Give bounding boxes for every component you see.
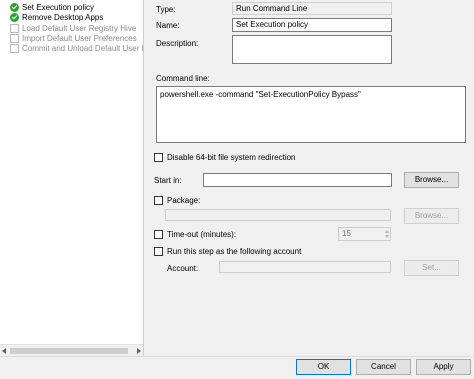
account-field[interactable] (219, 261, 391, 273)
document-icon (10, 24, 19, 33)
tree-item-label: Remove Desktop Apps (22, 13, 104, 22)
command-line-label: Command line: (156, 74, 210, 83)
cancel-button[interactable]: Cancel (356, 359, 411, 375)
package-label: Package: (167, 196, 201, 205)
spin-up-icon[interactable] (385, 230, 389, 233)
start-in-field[interactable] (203, 173, 392, 187)
timeout-label: Time-out (minutes): (167, 230, 237, 239)
description-field[interactable] (232, 35, 392, 64)
tree-item-import-default-user-preferences[interactable]: Import Default User Preferences (10, 34, 137, 43)
scrollbar-thumb[interactable] (10, 348, 128, 354)
scroll-left-arrow-icon[interactable] (2, 348, 6, 354)
document-icon (10, 34, 19, 43)
package-browse-button[interactable]: Browse... (404, 208, 459, 224)
tree-item-remove-desktop-apps[interactable]: Remove Desktop Apps (10, 13, 103, 22)
apply-button[interactable]: Apply (416, 359, 471, 375)
tree-item-label: Set Execution policy (22, 3, 95, 12)
start-in-label: Start in: (154, 176, 182, 185)
type-label: Type: (156, 5, 176, 14)
ok-button[interactable]: OK (296, 359, 351, 375)
description-label: Description: (156, 39, 199, 48)
run-as-label: Run this step as the following account (167, 247, 302, 256)
scroll-right-arrow-icon[interactable] (137, 348, 141, 354)
tree-item-label: Commit and Unload Default User Reg (22, 44, 144, 53)
timeout-spinner[interactable]: 15 (338, 227, 391, 241)
account-set-button[interactable]: Set... (404, 260, 459, 276)
document-icon (10, 44, 19, 53)
disable-redirection-checkbox[interactable] (154, 153, 163, 162)
timeout-value: 15 (342, 229, 351, 238)
tree-horizontal-scrollbar[interactable] (0, 344, 143, 356)
account-label: Account: (167, 264, 199, 273)
package-field[interactable] (165, 209, 391, 221)
green-check-icon (10, 3, 19, 12)
tree-item-label: Load Default User Registry Hive (22, 24, 137, 33)
timeout-checkbox[interactable] (154, 230, 163, 239)
task-sequence-tree[interactable]: Set Execution policy Remove Desktop Apps… (0, 0, 144, 356)
run-as-checkbox[interactable] (154, 247, 163, 256)
tree-item-label: Import Default User Preferences (22, 34, 137, 43)
tree-item-set-execution-policy[interactable]: Set Execution policy (10, 3, 95, 12)
spin-down-icon[interactable] (385, 235, 389, 238)
package-checkbox[interactable] (154, 196, 163, 205)
name-field[interactable]: Set Execution policy (232, 18, 392, 32)
disable-redirection-label: Disable 64-bit file system redirection (167, 153, 296, 162)
command-line-field[interactable]: powershell.exe -command "Set-ExecutionPo… (156, 86, 466, 143)
type-value: Run Command Line (232, 2, 392, 15)
name-label: Name: (156, 21, 180, 30)
start-in-browse-button[interactable]: Browse... (404, 172, 459, 188)
tree-item-load-default-user-registry-hive[interactable]: Load Default User Registry Hive (10, 24, 136, 33)
green-check-icon (10, 13, 19, 22)
tree-item-commit-and-unload[interactable]: Commit and Unload Default User Reg (10, 44, 144, 53)
